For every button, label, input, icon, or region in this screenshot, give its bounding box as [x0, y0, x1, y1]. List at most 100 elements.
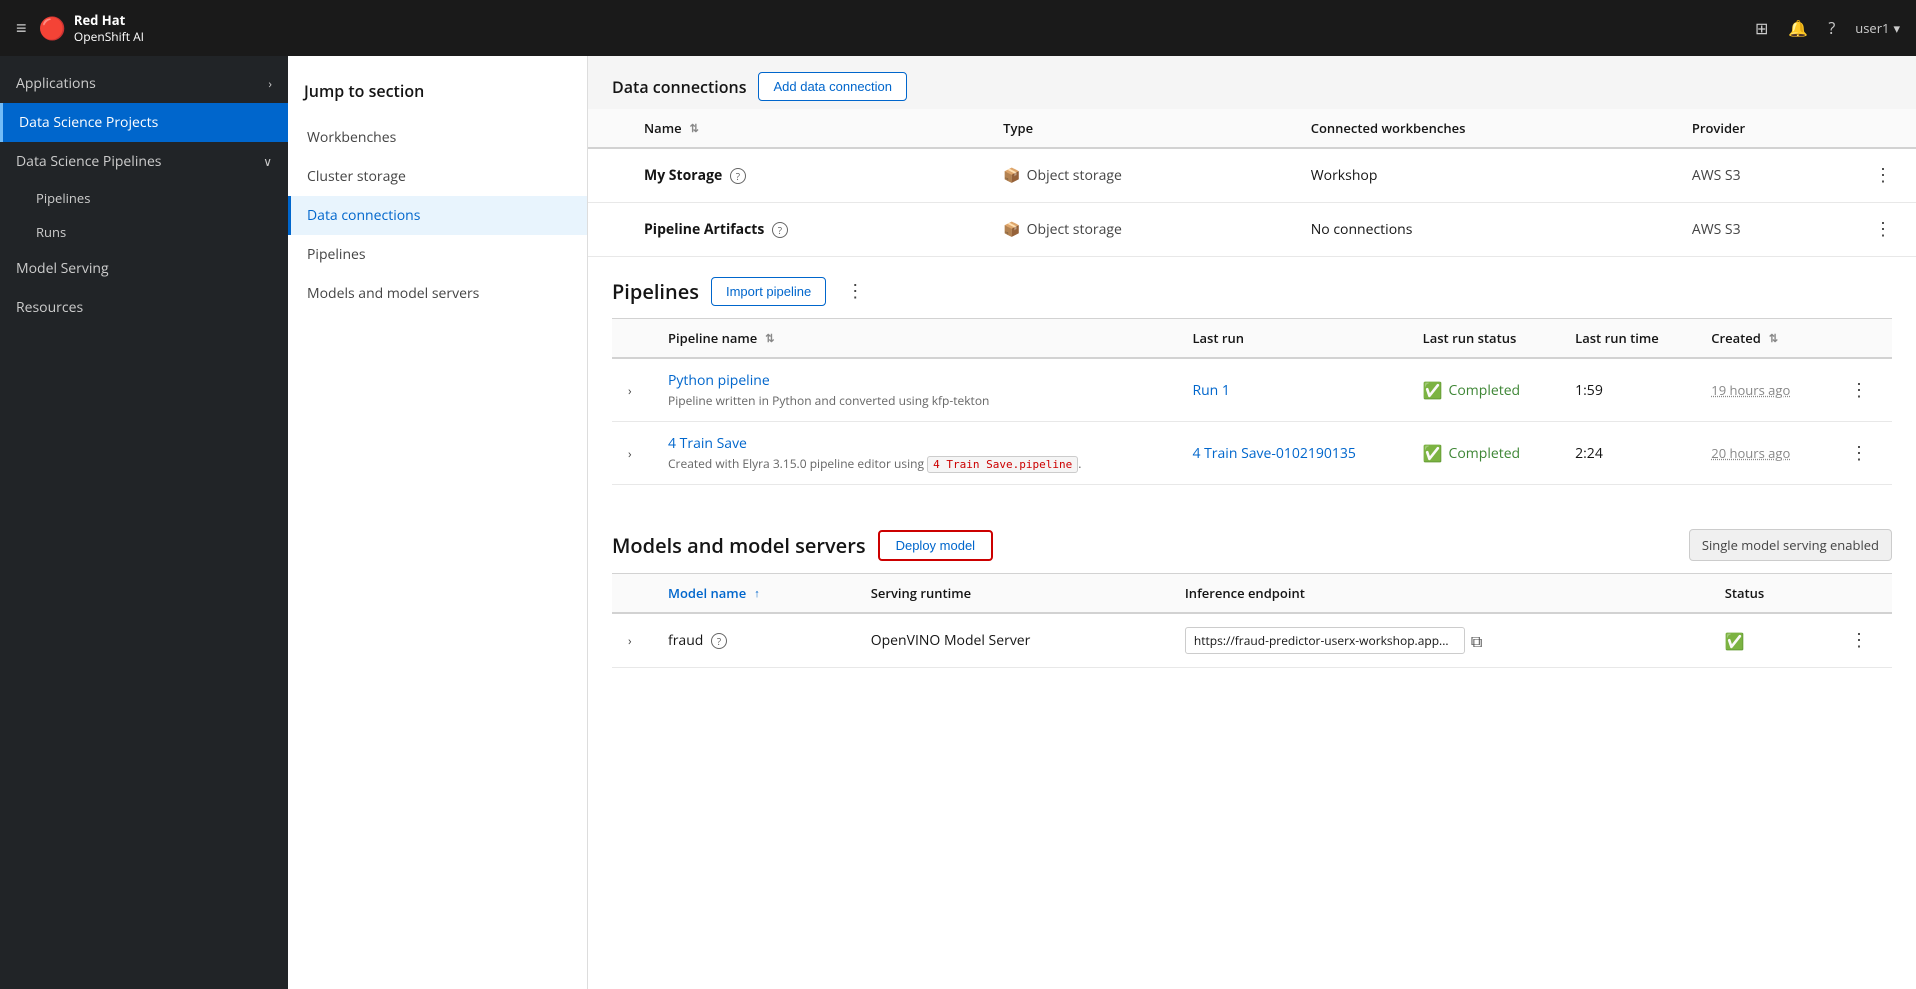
sidebar-item-runs[interactable]: Runs	[0, 215, 288, 249]
copy-endpoint-icon[interactable]: ⧉	[1471, 630, 1482, 652]
sidebar-item-pipelines[interactable]: Pipelines	[0, 181, 288, 215]
pipeline-name-sort-icon[interactable]: ⇅	[765, 331, 774, 346]
help-icon[interactable]: ?	[1828, 17, 1835, 39]
created-time2: 20 hours ago	[1711, 444, 1790, 462]
models-section-header: Models and model servers Deploy model Si…	[612, 509, 1892, 574]
pipeline-name-col-header: Pipeline name ⇅	[652, 319, 1176, 358]
python-pipeline-link[interactable]: Python pipeline	[668, 371, 770, 390]
storage-type: 📦 Object storage	[1003, 220, 1279, 239]
model-name-header-label: Model name	[668, 584, 746, 602]
row-name-cell: My Storage ?	[628, 148, 987, 203]
endpoint-wrapper: https://fraud-predictor-userx-workshop.a…	[1185, 627, 1693, 654]
pipeline-expand-icon[interactable]: ›	[628, 382, 632, 399]
train-save-run-link[interactable]: 4 Train Save-0102190135	[1192, 444, 1355, 463]
pipeline-name-cell2: 4 Train Save Created with Elyra 3.15.0 p…	[652, 422, 1176, 485]
row-workbenches-cell: No connections	[1295, 203, 1676, 257]
row-actions-cell: ⋮	[1850, 203, 1916, 257]
jump-item-cluster-storage[interactable]: Cluster storage	[288, 157, 587, 196]
user-menu[interactable]: user1 ▾	[1855, 19, 1900, 37]
name-sort-icon[interactable]: ⇅	[690, 121, 699, 136]
model-row-kebab-button[interactable]: ⋮	[1842, 626, 1876, 655]
row-kebab-menu-button2[interactable]: ⋮	[1866, 215, 1900, 244]
row-name-cell: Pipeline Artifacts ?	[628, 203, 987, 257]
object-storage-icon2: 📦	[1003, 220, 1020, 239]
brand-line1: Red Hat	[74, 12, 144, 29]
row-provider-cell: AWS S3	[1676, 203, 1850, 257]
hamburger-icon[interactable]: ≡	[16, 16, 27, 40]
sidebar-item-resources[interactable]: Resources	[0, 288, 288, 327]
row-type-cell: 📦 Object storage	[987, 148, 1295, 203]
col-type-header: Type	[987, 109, 1295, 148]
import-pipeline-button[interactable]: Import pipeline	[711, 277, 826, 306]
pipeline-row-kebab-button[interactable]: ⋮	[1842, 376, 1876, 405]
model-name-sort-icon[interactable]: ↑	[754, 586, 760, 601]
status-label: Completed	[1449, 381, 1521, 400]
pipelines-kebab-button[interactable]: ⋮	[838, 277, 872, 306]
pipeline-row-kebab-button2[interactable]: ⋮	[1842, 439, 1876, 468]
serving-runtime-value: OpenVINO Model Server	[871, 631, 1031, 650]
pipeline-actions-col-header	[1826, 319, 1892, 358]
pipeline-artifacts-help-icon[interactable]: ?	[772, 222, 788, 238]
status-col-header: Status	[1709, 574, 1826, 613]
row-actions-cell: ⋮	[1850, 148, 1916, 203]
sidebar: Applications › Data Science Projects Dat…	[0, 56, 288, 989]
sidebar-item-model-serving-label: Model Serving	[16, 259, 109, 278]
pipeline-expand-icon2[interactable]: ›	[628, 445, 632, 462]
object-storage-icon: 📦	[1003, 166, 1020, 185]
col-provider-header: Provider	[1676, 109, 1850, 148]
pipeline-last-run-cell: Run 1	[1176, 358, 1406, 422]
sidebar-item-dspipelines-label: Data Science Pipelines	[16, 152, 161, 171]
workbench-value: Workshop	[1311, 166, 1378, 185]
model-name-cell: fraud ?	[652, 613, 855, 668]
fraud-help-icon[interactable]: ?	[711, 633, 727, 649]
row-workbenches-cell: Workshop	[1295, 148, 1676, 203]
sidebar-item-dsp-label: Data Science Projects	[19, 113, 158, 132]
created-col-header: Created ⇅	[1695, 319, 1826, 358]
pipeline-artifacts-name: Pipeline Artifacts	[644, 220, 764, 239]
created-time: 19 hours ago	[1711, 381, 1790, 399]
row-kebab-menu-button[interactable]: ⋮	[1866, 161, 1900, 190]
endpoint-input-field[interactable]: https://fraud-predictor-userx-workshop.a…	[1185, 627, 1465, 654]
user-label: user1	[1855, 19, 1889, 37]
sidebar-item-applications[interactable]: Applications ›	[0, 64, 288, 103]
bell-icon[interactable]: 🔔	[1788, 17, 1808, 39]
model-expand-icon[interactable]: ›	[628, 632, 632, 649]
add-data-connection-button[interactable]: Add data connection	[758, 72, 907, 101]
sidebar-item-data-science-projects[interactable]: Data Science Projects	[0, 103, 288, 142]
topnav-right: ⊞ 🔔 ? user1 ▾	[1755, 17, 1900, 39]
train-save-pipeline-link[interactable]: 4 Train Save	[668, 434, 747, 453]
pipeline-run-time-cell2: 2:24	[1559, 422, 1695, 485]
jump-item-pipelines[interactable]: Pipelines	[288, 235, 587, 274]
col-workbenches-header: Connected workbenches	[1295, 109, 1676, 148]
sidebar-item-model-serving[interactable]: Model Serving	[0, 249, 288, 288]
storage-type-label2: Object storage	[1027, 220, 1122, 239]
run1-link[interactable]: Run 1	[1192, 381, 1229, 400]
my-storage-help-icon[interactable]: ?	[730, 168, 746, 184]
sidebar-item-resources-label: Resources	[16, 298, 83, 317]
table-row: Pipeline Artifacts ? 📦 Object storage	[588, 203, 1916, 257]
main-content-area: Data connections Add data connection Nam…	[588, 56, 1916, 989]
storage-type: 📦 Object storage	[1003, 166, 1279, 185]
jump-item-workbenches[interactable]: Workbenches	[288, 118, 587, 157]
pipeline-tag: 4 Train Save.pipeline	[927, 456, 1078, 473]
last-run-time-col-header: Last run time	[1559, 319, 1695, 358]
row-expand-cell	[588, 148, 628, 203]
table-row: My Storage ? 📦 Object storage Worksho	[588, 148, 1916, 203]
python-pipeline-desc: Pipeline written in Python and converted…	[668, 392, 1160, 409]
dspipelines-chevron-icon: ∨	[263, 153, 272, 170]
row-expand-cell	[588, 203, 628, 257]
pipeline-status-cell2: ✅ Completed	[1407, 422, 1560, 485]
inference-endpoint-cell: https://fraud-predictor-userx-workshop.a…	[1169, 613, 1709, 668]
grid-icon[interactable]: ⊞	[1755, 17, 1768, 39]
sidebar-item-data-science-pipelines[interactable]: Data Science Pipelines ∨	[0, 142, 288, 181]
pipeline-expand-cell2: ›	[612, 422, 652, 485]
brand-text: Red Hat OpenShift AI	[74, 12, 144, 44]
created-sort-icon[interactable]: ⇅	[1769, 331, 1778, 346]
jump-item-models-servers[interactable]: Models and model servers	[288, 274, 587, 313]
provider-value: AWS S3	[1692, 166, 1741, 185]
pipelines-table-container: Pipeline name ⇅ Last run Last run status	[612, 319, 1892, 485]
pipelines-section: Pipelines Import pipeline ⋮ Pipeline nam…	[612, 257, 1892, 485]
main-layout: Applications › Data Science Projects Dat…	[0, 56, 1916, 989]
jump-item-data-connections[interactable]: Data connections	[288, 196, 587, 235]
deploy-model-button[interactable]: Deploy model	[878, 530, 994, 561]
